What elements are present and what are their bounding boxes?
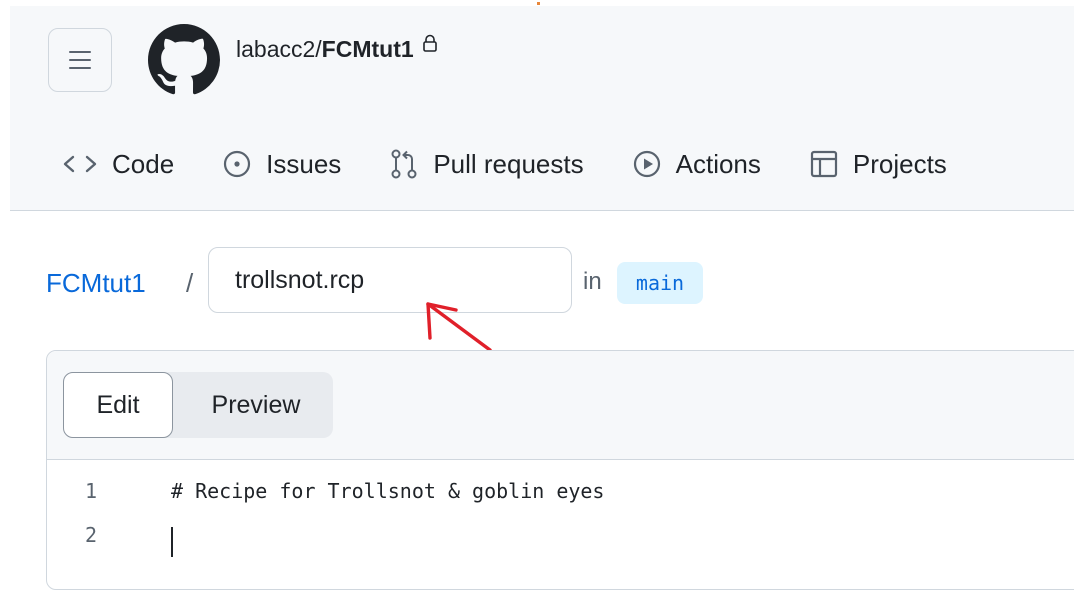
tab-code-label: Code	[112, 148, 175, 179]
line-number: 1	[85, 479, 98, 503]
breadcrumb-repo-link[interactable]: FCMtut1	[46, 268, 146, 299]
lock-icon	[422, 34, 437, 52]
tab-actions-label: Actions	[675, 148, 761, 179]
git-pull-request-icon	[391, 149, 417, 179]
issue-opened-icon	[224, 150, 251, 178]
tab-projects-label: Projects	[852, 148, 947, 179]
github-logo-icon[interactable]	[148, 24, 220, 96]
repo-nav-tabs: Code Issues Pull requests Actions Projec…	[62, 144, 947, 184]
text-cursor	[171, 527, 173, 557]
edit-preview-tabs: Edit Preview	[63, 372, 333, 438]
tab-projects[interactable]: Projects	[809, 149, 947, 180]
red-annotation-arrow	[426, 302, 492, 352]
code-line[interactable]: 2	[47, 523, 1074, 563]
code-line[interactable]: 1 # Recipe for Trollsnot & goblin eyes	[47, 479, 1074, 519]
line-number: 2	[85, 523, 98, 547]
tab-issues[interactable]: Issues	[222, 149, 341, 180]
hamburger-icon-bar	[69, 67, 91, 69]
hamburger-icon-bar	[69, 51, 91, 53]
menu-button[interactable]	[48, 28, 112, 92]
file-editor: Edit Preview 1 # Recipe for Trollsnot & …	[46, 350, 1074, 590]
tab-edit[interactable]: Edit	[63, 372, 173, 438]
tab-pull-requests-label: Pull requests	[433, 148, 584, 179]
tab-issues-label: Issues	[266, 148, 342, 179]
in-label: in	[583, 268, 602, 295]
stray-mark	[537, 2, 540, 5]
hamburger-icon-bar	[69, 59, 91, 61]
play-icon	[633, 150, 660, 178]
tab-pull-requests[interactable]: Pull requests	[389, 148, 584, 180]
branch-badge[interactable]: main	[617, 262, 703, 304]
editor-toolbar: Edit Preview	[47, 351, 1074, 460]
tab-code[interactable]: Code	[62, 149, 174, 180]
tab-actions[interactable]: Actions	[632, 149, 761, 180]
tab-preview[interactable]: Preview	[181, 372, 331, 438]
repo-path: labacc2/FCMtut1	[236, 34, 438, 63]
code-icon	[63, 155, 97, 173]
line-content[interactable]: # Recipe for Trollsnot & goblin eyes	[171, 479, 604, 503]
table-icon	[810, 150, 837, 178]
repo-header: labacc2/FCMtut1 Code Issues Pull request…	[10, 6, 1074, 211]
repo-name-link[interactable]: FCMtut1	[322, 36, 414, 62]
repo-owner-link[interactable]: labacc2/	[236, 36, 322, 62]
breadcrumb-separator: /	[186, 268, 194, 298]
filename-input[interactable]	[208, 247, 572, 313]
